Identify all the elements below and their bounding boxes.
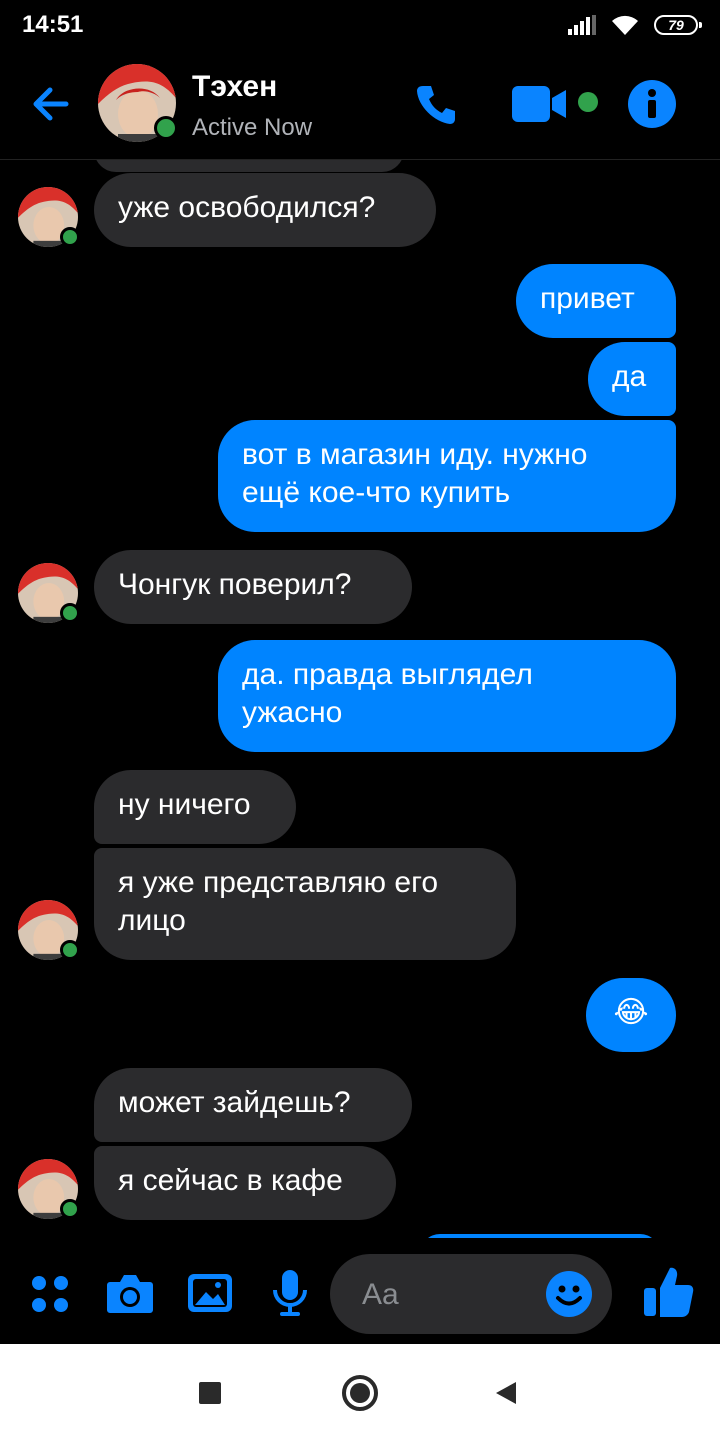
camera-icon[interactable] (106, 1272, 154, 1314)
status-bar: 14:51 79 (0, 0, 720, 50)
incoming-message[interactable]: может зайдешь? (94, 1068, 412, 1142)
message-text: я сейчас в кафе (118, 1164, 343, 1197)
circle-home-icon[interactable] (341, 1374, 379, 1412)
contact-status: Active Now (192, 114, 313, 141)
message-input-container[interactable] (330, 1254, 612, 1334)
message-avatar (18, 900, 80, 960)
message-text: Чонгук поверил? (118, 568, 352, 601)
message-avatar (18, 563, 80, 623)
signal-icon (568, 15, 596, 35)
message-avatar (18, 1159, 80, 1219)
apps-icon[interactable] (30, 1274, 70, 1314)
message-avatar (18, 187, 80, 247)
online-indicator (60, 940, 80, 960)
system-navigation-bar (0, 1344, 720, 1440)
incoming-message[interactable]: Чонгук поверил? (94, 550, 412, 624)
phone-icon[interactable] (414, 82, 458, 126)
info-icon[interactable] (628, 80, 676, 128)
wifi-icon (612, 15, 638, 35)
conversation-header: Тэхен Active Now (0, 50, 720, 160)
online-indicator (60, 1199, 80, 1219)
message-text: я уже представляю его (118, 866, 439, 899)
online-indicator (60, 603, 80, 623)
status-time: 14:51 (22, 11, 84, 38)
message-text: да. правда выглядел (242, 658, 533, 691)
gallery-icon[interactable] (186, 1272, 234, 1314)
incoming-message[interactable]: ну ничего (94, 770, 296, 844)
square-icon[interactable] (198, 1381, 222, 1405)
message-list[interactable]: уже освободился? привет да вот в магазин… (0, 160, 720, 1238)
online-indicator (154, 116, 178, 140)
message-input[interactable] (360, 1274, 534, 1316)
message-text: 😂 (613, 996, 649, 1029)
emoji-icon[interactable] (546, 1271, 592, 1317)
video-camera-icon[interactable] (510, 84, 570, 124)
message-text: привет (540, 282, 635, 315)
message-text: ещё кое-что купить (242, 476, 511, 509)
triangle-back-icon[interactable] (494, 1380, 518, 1406)
contact-avatar[interactable] (98, 64, 178, 142)
thumbs-up-icon[interactable] (640, 1264, 696, 1320)
message-text: может зайдешь? (118, 1086, 351, 1119)
message-text: ужасно (242, 696, 343, 729)
composer-bar (0, 1238, 720, 1344)
message-text: да (612, 360, 647, 393)
outgoing-message[interactable]: да (588, 342, 676, 416)
incoming-message[interactable]: я уже представляю его лицо (94, 848, 516, 960)
incoming-message[interactable]: уже освободился? (94, 173, 436, 247)
status-icons: 79 (568, 14, 702, 36)
outgoing-message[interactable]: да. правда выглядел ужасно (218, 640, 676, 752)
back-arrow-icon[interactable] (28, 80, 76, 128)
outgoing-emoji-message[interactable]: 😂 (586, 978, 676, 1052)
active-call-dot (578, 92, 598, 112)
outgoing-message[interactable]: привет (516, 264, 676, 338)
incoming-message[interactable]: я сейчас в кафе (94, 1146, 396, 1220)
outgoing-message[interactable]: вот в магазин иду. нужно ещё кое-что куп… (218, 420, 676, 532)
online-indicator (60, 227, 80, 247)
message-text: лицо (118, 904, 186, 937)
partial-message-bubble (94, 160, 404, 172)
contact-name[interactable]: Тэхен (192, 70, 277, 104)
message-text: ну ничего (118, 788, 251, 821)
microphone-icon[interactable] (270, 1268, 310, 1318)
battery-indicator: 79 (654, 15, 702, 35)
message-text: уже освободился? (118, 191, 376, 224)
message-text: вот в магазин иду. нужно (242, 438, 588, 471)
